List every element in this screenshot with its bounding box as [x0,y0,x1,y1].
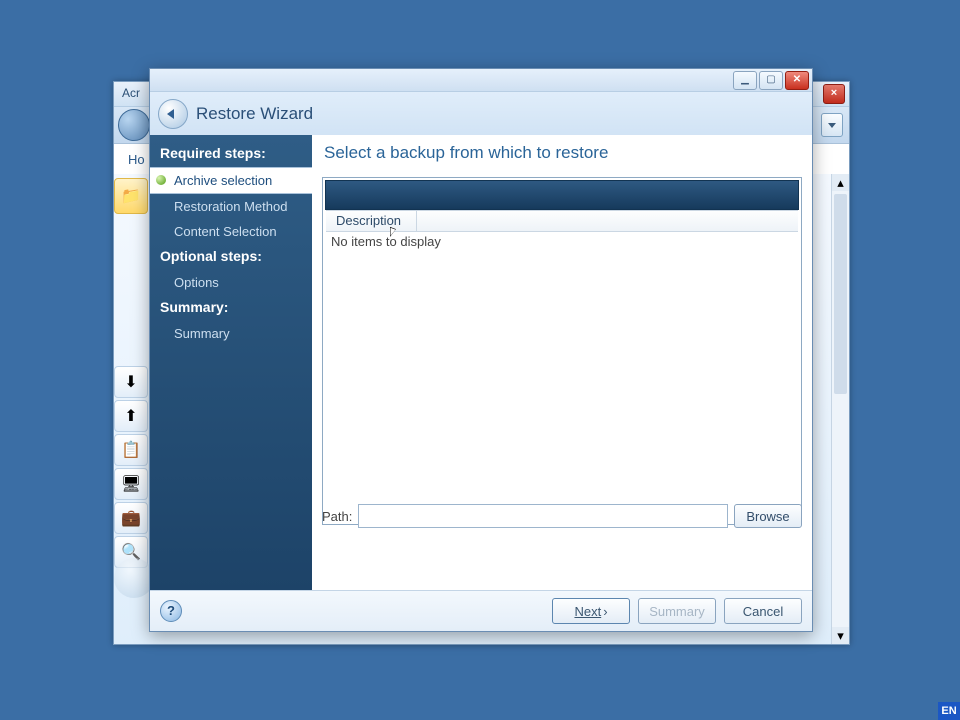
back-icon[interactable] [118,109,150,141]
folder-icon[interactable]: 📁 [114,178,148,214]
wizard-header: Restore Wizard [150,92,812,137]
chevron-right-icon: › [603,604,607,619]
briefcase-icon[interactable]: 💼 [114,502,148,534]
step-label: Summary [174,326,230,341]
bg-side-toolbar: 📁 ⬇ ⬆ 📋 🖥 💼 🔍 [114,178,148,570]
bg-tab-home[interactable]: Ho [120,150,153,169]
help-button[interactable]: ? [160,600,182,622]
wizard-titlebar: ▁ ▢ ✕ [150,69,812,92]
browse-button[interactable]: Browse [734,504,802,528]
sidebar-section-optional: Optional steps: [150,244,312,270]
column-description[interactable]: Description [326,211,417,231]
next-button[interactable]: Next› [552,598,630,624]
summary-button[interactable]: Summary [638,598,716,624]
step-label: Options [174,275,219,290]
sync-down-icon[interactable]: ⬇ [114,366,148,398]
wizard-title: Restore Wizard [196,104,313,124]
scroll-up-icon[interactable]: ▴ [832,174,849,191]
bg-scrollbar[interactable]: ▴ ▾ [831,174,849,644]
listbox-columns: Description [326,210,798,232]
next-label: Next [574,604,601,619]
sidebar-section-summary: Summary: [150,295,312,321]
page-heading: Select a backup from which to restore [324,143,802,163]
sidebar-section-required: Required steps: [150,141,312,167]
bg-close-button[interactable]: × [823,84,845,104]
wizard-main: Select a backup from which to restore De… [312,135,812,591]
step-label: Content Selection [174,224,277,239]
step-label: Archive selection [174,173,272,188]
cancel-button[interactable]: Cancel [724,598,802,624]
step-content-selection[interactable]: Content Selection [150,219,312,244]
empty-message: No items to display [331,234,441,249]
path-input[interactable] [358,504,728,528]
minimize-button[interactable]: ▁ [733,71,757,90]
listbox-toolbar [325,180,799,210]
step-summary[interactable]: Summary [150,321,312,346]
sync-up-icon[interactable]: ⬆ [114,400,148,432]
restore-wizard-window: ▁ ▢ ✕ Restore Wizard Required steps: Arc… [149,68,813,632]
step-archive-selection[interactable]: Archive selection [150,167,313,194]
monitor-icon[interactable]: 🖥 [114,468,148,500]
clipboard-icon[interactable]: 📋 [114,434,148,466]
language-indicator[interactable]: EN [938,702,960,720]
close-button[interactable]: ✕ [785,71,809,90]
step-restoration-method[interactable]: Restoration Method [150,194,312,219]
wizard-sidebar: Required steps: Archive selection Restor… [150,135,312,591]
bg-title: Acr [122,86,140,100]
wizard-footer: ? Next› Summary Cancel [150,590,812,631]
step-label: Restoration Method [174,199,287,214]
backup-listbox[interactable]: Description No items to display [322,177,802,525]
path-row: Path: Browse [322,503,802,529]
path-label: Path: [322,509,352,524]
disk-icon [114,558,154,598]
scroll-down-icon[interactable]: ▾ [832,627,849,644]
bg-dropdown-button[interactable] [821,113,843,137]
step-options[interactable]: Options [150,270,312,295]
maximize-button[interactable]: ▢ [759,71,783,90]
restore-icon [158,99,188,129]
scroll-thumb[interactable] [834,194,847,394]
